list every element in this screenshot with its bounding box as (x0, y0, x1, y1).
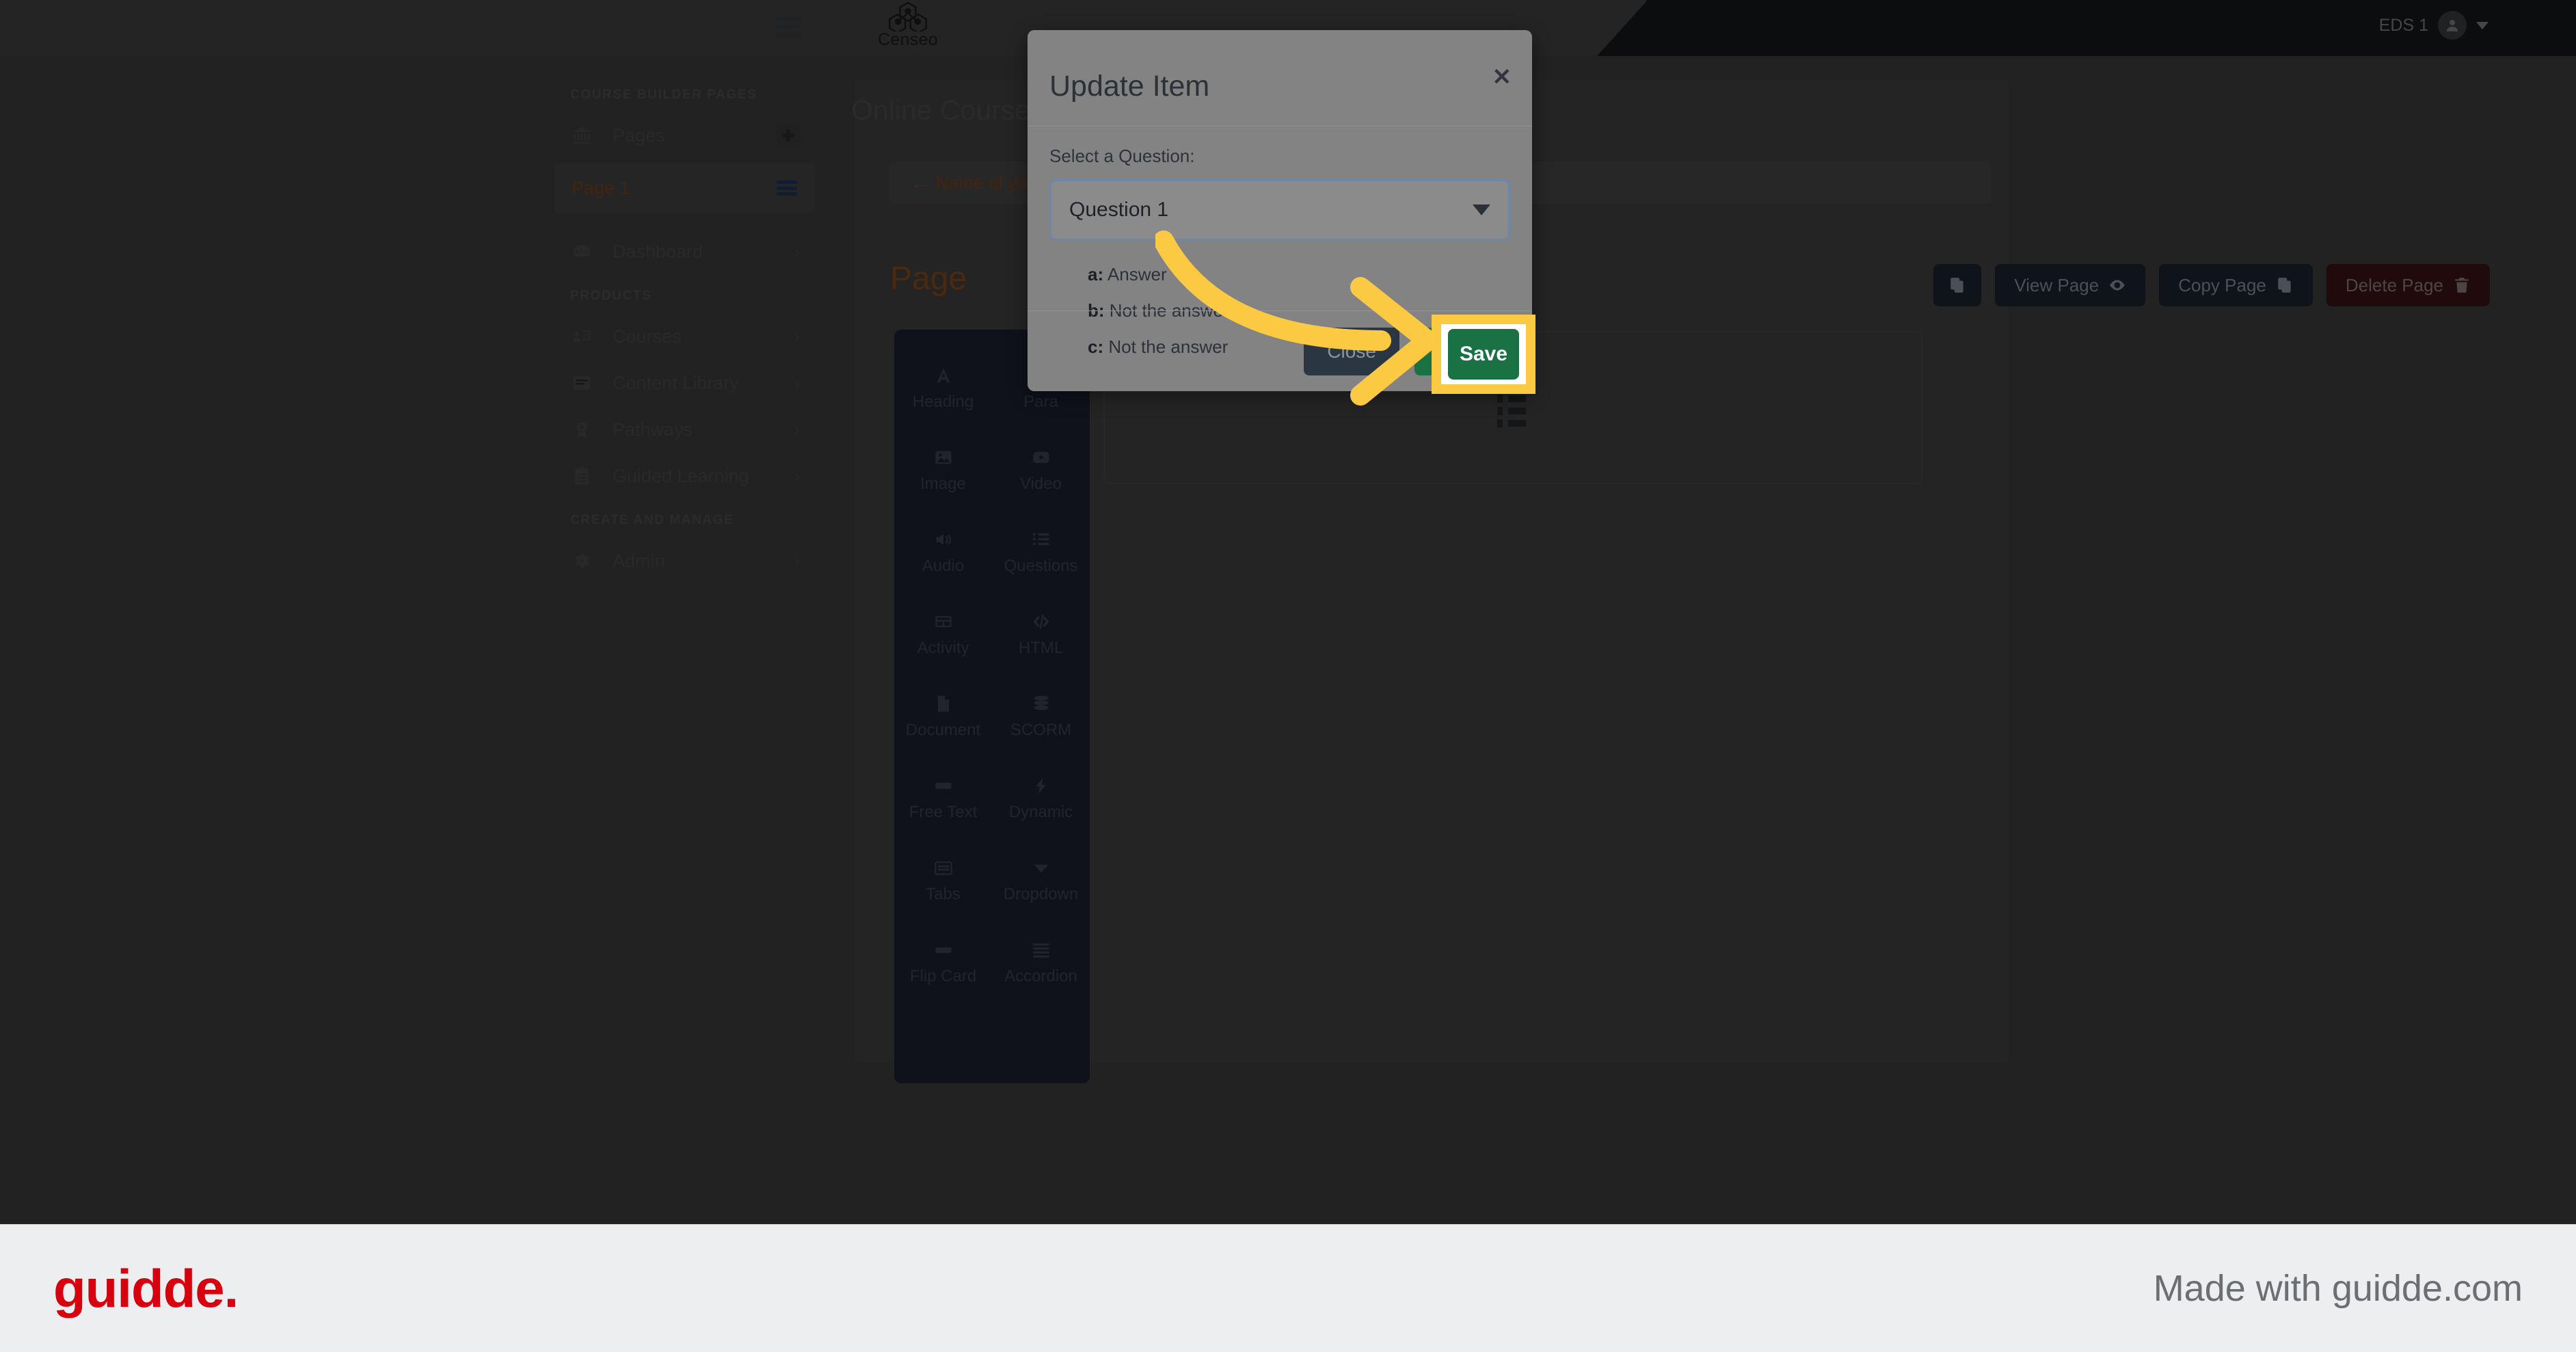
modal-title: Update Item (1049, 70, 1210, 103)
save-button-highlight: Save (1432, 315, 1535, 394)
made-with-label: Made with guidde.com (2153, 1268, 2523, 1309)
question-select-value: Question 1 (1069, 198, 1169, 221)
modal-header: Update Item ✕ (1028, 30, 1532, 127)
highlighted-save-button[interactable]: Save (1448, 329, 1519, 380)
answer-key: a: (1088, 264, 1104, 284)
app-root: Censeo EDS 1 COURSE BUILDER PAGES Pages (0, 0, 2576, 1352)
guidde-logo: guidde. (53, 1258, 239, 1318)
answer-text: Answer (1107, 264, 1167, 284)
close-x-icon[interactable]: ✕ (1492, 66, 1512, 89)
guidde-footer: guidde. Made with guidde.com (0, 1224, 2576, 1352)
answer-row: a: Answer (1088, 264, 1510, 285)
select-question-label: Select a Question: (1049, 146, 1195, 166)
close-button[interactable]: Close (1304, 327, 1399, 375)
question-select[interactable]: Question 1 (1049, 179, 1510, 241)
chevron-down-icon (1473, 204, 1490, 215)
